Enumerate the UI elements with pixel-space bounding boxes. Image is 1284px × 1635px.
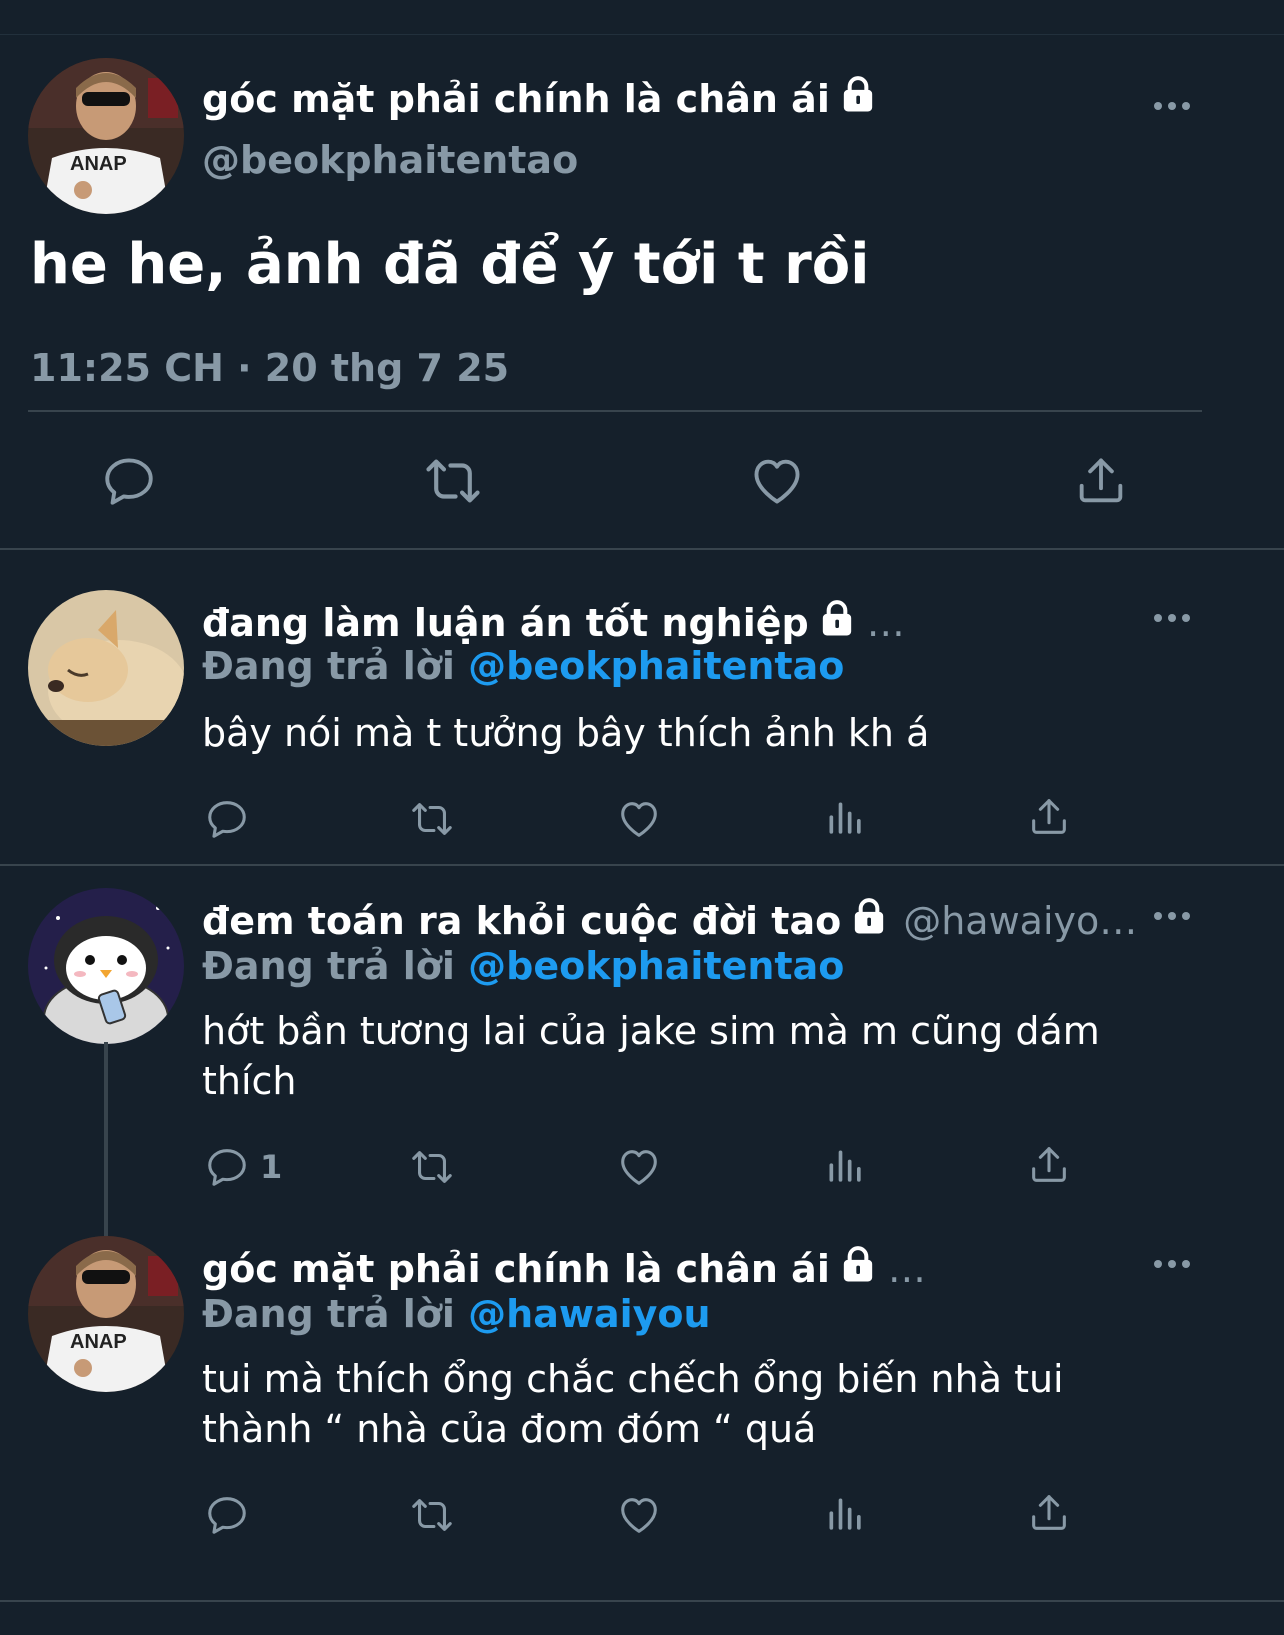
display-name[interactable]: góc mặt phải chính là chân ái [202, 74, 878, 121]
like-icon[interactable] [616, 1144, 662, 1190]
more-options-icon[interactable] [1152, 100, 1192, 112]
user-handle-truncated: @hawaiyo… [903, 899, 1138, 943]
like-icon[interactable] [616, 1492, 662, 1538]
like-icon[interactable] [616, 796, 662, 842]
retweet-icon[interactable] [406, 1492, 458, 1538]
avatar[interactable]: ANAP [28, 58, 184, 214]
views-icon[interactable] [824, 1492, 868, 1538]
mention-link[interactable]: @beokphaitentao [468, 944, 844, 988]
avatar-photo-person: ANAP [28, 1236, 184, 1392]
lock-icon [817, 598, 857, 638]
more-options-icon[interactable] [1152, 612, 1192, 624]
avatar-photo-person: ANAP [28, 58, 184, 214]
reply-icon[interactable] [100, 452, 158, 510]
lock-icon [838, 74, 878, 114]
more-options-icon[interactable] [1152, 1258, 1192, 1270]
user-handle-truncated: … [887, 1247, 926, 1291]
mention-link[interactable]: @hawaiyou [468, 1292, 710, 1336]
user-handle-truncated: … [866, 601, 905, 645]
top-bar [0, 0, 1284, 35]
share-icon[interactable] [1026, 794, 1072, 840]
divider [0, 864, 1284, 866]
retweet-icon[interactable] [406, 1144, 458, 1190]
views-icon[interactable] [824, 1144, 868, 1190]
display-name[interactable]: đem toán ra khỏi cuộc đời tao @hawaiyo… [202, 896, 1137, 943]
tweet-text: hớt bần tương lai của jake sim mà m cũng… [202, 1009, 1100, 1103]
reply-icon[interactable] [204, 796, 250, 842]
divider [0, 1600, 1284, 1602]
mention-link[interactable]: @beokphaitentao [468, 644, 844, 688]
tweet-timestamp[interactable]: 11:25 CH · 20 thg 7 25 [30, 346, 509, 390]
tweet-text: he he, ảnh đã để ý tới t rồi [30, 232, 870, 297]
replying-to: Đang trả lời @beokphaitentao [202, 644, 845, 688]
avatar-photo-dog [28, 590, 184, 746]
reply-icon[interactable] [204, 1492, 250, 1538]
lock-icon [849, 896, 889, 936]
shirt-logo-text: ANAP [70, 153, 127, 175]
share-icon[interactable] [1026, 1490, 1072, 1536]
display-name[interactable]: góc mặt phải chính là chân ái… [202, 1244, 926, 1291]
retweet-icon[interactable] [406, 796, 458, 842]
divider [0, 548, 1284, 550]
reply-icon[interactable] [204, 1144, 250, 1190]
divider [28, 410, 1202, 412]
replying-to: Đang trả lời @beokphaitentao [202, 944, 845, 988]
more-options-icon[interactable] [1152, 910, 1192, 922]
tweet-text: tui mà thích ổng chắc chếch ổng biến nhà… [202, 1357, 1064, 1451]
lock-icon [838, 1244, 878, 1284]
shirt-logo-text: ANAP [70, 1331, 127, 1353]
share-icon[interactable] [1026, 1142, 1072, 1188]
display-name[interactable]: đang làm luận án tốt nghiệp… [202, 598, 905, 645]
avatar[interactable] [28, 888, 184, 1044]
user-handle[interactable]: @beokphaitentao [202, 138, 578, 182]
avatar[interactable]: ANAP [28, 1236, 184, 1392]
replying-to: Đang trả lời @hawaiyou [202, 1292, 711, 1336]
tweet-text: bây nói mà t tưởng bây thích ảnh kh á [202, 711, 930, 755]
views-icon[interactable] [824, 796, 868, 842]
share-icon[interactable] [1072, 452, 1130, 510]
like-icon[interactable] [748, 452, 806, 510]
reply-count: 1 [260, 1148, 283, 1186]
avatar-penguin-illustration [28, 888, 184, 1044]
avatar[interactable] [28, 590, 184, 746]
retweet-icon[interactable] [420, 450, 486, 512]
